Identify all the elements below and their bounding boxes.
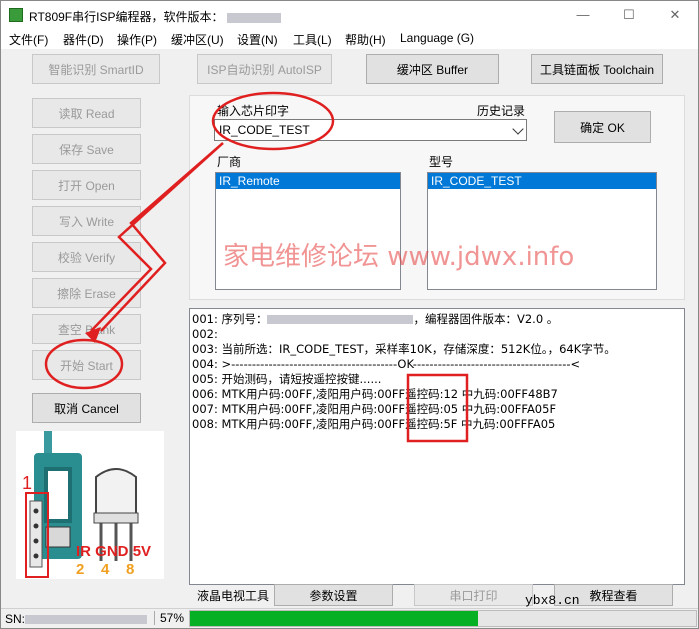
- chevron-down-icon[interactable]: [512, 123, 524, 135]
- window-title-text: RT809F串行ISP编程器，软件版本：: [29, 10, 224, 24]
- menu-bar: 文件(F) 器件(D) 操作(P) 缓冲区(U) 设置(N) 工具(L) 帮助(…: [1, 29, 698, 49]
- device-image: 1 IR GND 5V 2 4 8: [16, 431, 164, 579]
- pin-numbers: 2 4 8: [76, 561, 134, 578]
- log-line: 008: MTK用户码:00FF,凌阳用户码:00FF遥控码:5F 中九码:00…: [192, 417, 556, 431]
- pin-number-8: 8: [126, 561, 135, 578]
- buffer-button[interactable]: 缓冲区 Buffer: [366, 54, 499, 84]
- site-mark: ybx8.cn: [525, 593, 580, 608]
- chip-input-value: IR_CODE_TEST: [219, 123, 310, 137]
- pin-label-ir: IR: [76, 543, 91, 560]
- version-redacted: [227, 12, 282, 23]
- ok-button[interactable]: 确定 OK: [554, 111, 651, 143]
- pin-label-5v: 5V: [132, 543, 152, 560]
- menu-language[interactable]: Language (G): [400, 31, 474, 45]
- menu-operation[interactable]: 操作(P): [117, 31, 157, 48]
- title-bar: RT809F串行ISP编程器，软件版本： — ☐ ✕: [1, 1, 698, 29]
- log-line: 003: 当前所选：IR_CODE_TEST，采样率10K，存储深度：512K位…: [192, 342, 616, 356]
- menu-tools[interactable]: 工具(L): [293, 31, 332, 48]
- pin-number-4: 4: [101, 561, 110, 578]
- log-line: 007: MTK用户码:00FF,凌阳用户码:00FF遥控码:05 中九码:00…: [192, 402, 557, 416]
- smartid-button[interactable]: 智能识别 SmartID: [32, 54, 160, 84]
- menu-help[interactable]: 帮助(H): [345, 31, 386, 48]
- history-label: 历史记录: [477, 104, 526, 118]
- read-button[interactable]: 读取 Read: [32, 98, 141, 128]
- pin-number-2: 2: [76, 561, 85, 578]
- open-button[interactable]: 打开 Open: [32, 170, 141, 200]
- menu-buffer[interactable]: 缓冲区(U): [171, 31, 224, 48]
- log-serial-prefix: 001: 序列号：: [192, 312, 268, 326]
- log-line: 005: 开始测码，请短按遥控按键......: [192, 372, 382, 386]
- log-line: 001: 序列号： ，编程器固件版本：V2.0 。: [192, 312, 682, 327]
- app-icon: [9, 8, 23, 22]
- watermark: 家电维修论坛 www.jdwx.info: [223, 242, 575, 272]
- lcd-tool-label: 液晶电视工具: [197, 589, 270, 603]
- log-serial-suffix: ，编程器固件版本：V2.0 。: [413, 312, 559, 326]
- pin-one-label: 1: [22, 473, 33, 493]
- save-button[interactable]: 保存 Save: [32, 134, 141, 164]
- menu-settings[interactable]: 设置(N): [237, 31, 278, 48]
- close-icon[interactable]: ✕: [652, 1, 698, 29]
- params-button[interactable]: 参数设置: [274, 584, 393, 606]
- log-line: 004: >----------------------------------…: [192, 357, 581, 371]
- autoisp-button[interactable]: ISP自动识别 AutoISP: [197, 54, 332, 84]
- progress-bar: [189, 610, 697, 627]
- progress-fill: [190, 611, 479, 626]
- vendor-label: 厂商: [217, 155, 242, 169]
- model-label: 型号: [429, 155, 454, 169]
- sn-redacted: [25, 615, 147, 624]
- sn-label: SN:: [5, 612, 26, 626]
- main-window: RT809F串行ISP编程器，软件版本： — ☐ ✕ 文件(F) 器件(D) 操…: [0, 0, 699, 629]
- pin-label-gnd: GND: [95, 543, 129, 560]
- serial-print-button[interactable]: 串口打印: [414, 584, 533, 606]
- serial-redacted: [267, 315, 414, 324]
- cancel-button[interactable]: 取消 Cancel: [32, 393, 141, 423]
- model-item-selected[interactable]: IR_CODE_TEST: [428, 173, 656, 189]
- log-line: 002:: [192, 327, 218, 341]
- window-title: RT809F串行ISP编程器，软件版本：: [29, 8, 282, 25]
- maximize-icon[interactable]: ☐: [606, 1, 652, 29]
- toolchain-button[interactable]: 工具链面板 Toolchain: [531, 54, 663, 84]
- erase-button[interactable]: 擦除 Erase: [32, 278, 141, 308]
- verify-button[interactable]: 校验 Verify: [32, 242, 141, 272]
- write-button[interactable]: 写入 Write: [32, 206, 141, 236]
- chip-input-combo[interactable]: IR_CODE_TEST: [214, 119, 527, 141]
- log-panel[interactable]: 001: 序列号： ，编程器固件版本：V2.0 。 002: 003: 当前所选：…: [189, 308, 685, 585]
- blank-button[interactable]: 查空 Blank: [32, 314, 141, 344]
- pin-labels: IR GND 5V: [76, 543, 151, 560]
- start-button[interactable]: 开始 Start: [32, 350, 141, 380]
- vendor-item-selected[interactable]: IR_Remote: [216, 173, 400, 189]
- menu-device[interactable]: 器件(D): [63, 31, 104, 48]
- menu-file[interactable]: 文件(F): [9, 31, 48, 48]
- percent-label: 57%: [154, 611, 191, 625]
- input-chip-label: 输入芯片印字: [217, 104, 290, 118]
- minimize-icon[interactable]: —: [560, 1, 606, 29]
- log-line: 006: MTK用户码:00FF,凌阳用户码:00FF遥控码:12 中九码:00…: [192, 387, 558, 401]
